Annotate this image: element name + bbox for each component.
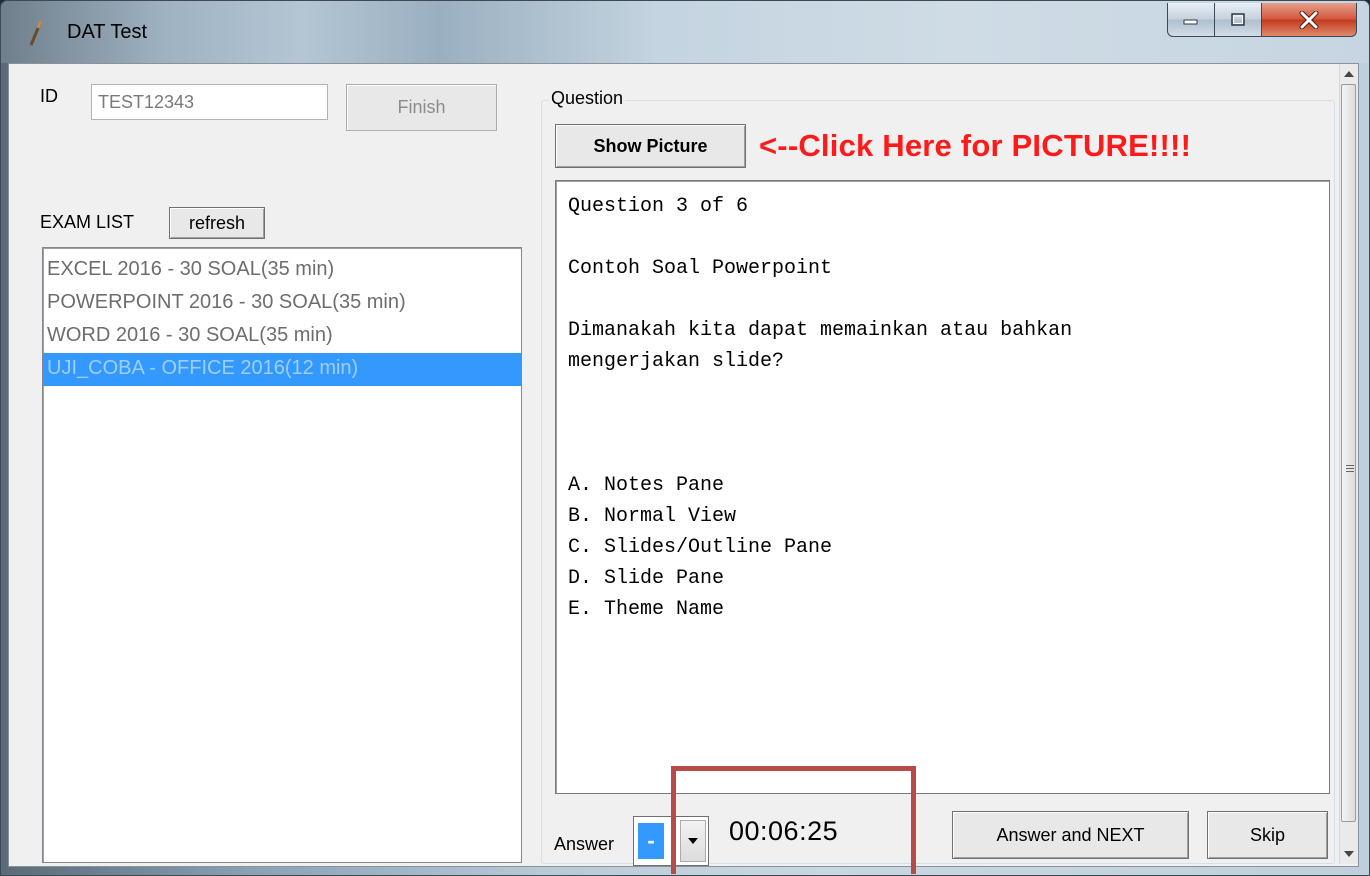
id-label: ID [40,86,58,106]
picture-hint: <--Click Here for PICTURE!!!! [759,128,1192,163]
vertical-scrollbar[interactable] [1339,64,1358,864]
exam-list-item[interactable]: EXCEL 2016 - 30 SOAL(35 min) [43,254,521,287]
show-picture-button[interactable]: Show Picture [555,124,746,168]
question-counter: Question 3 of 6 [568,195,749,218]
chevron-up-icon [1344,71,1354,77]
exam-list-label: EXAM LIST [40,212,135,232]
refresh-button[interactable]: refresh [169,207,265,239]
exam-list[interactable]: EXCEL 2016 - 30 SOAL(35 min) POWERPOINT 2… [42,247,522,863]
answer-option: D. Slide Pane [568,567,725,590]
scroll-up-button[interactable] [1340,64,1358,84]
app-window: DAT Test ID Finish EXAM LIST refresh EXC… [0,0,1370,876]
id-input[interactable] [91,84,328,120]
answer-option: E. Theme Name [568,598,725,621]
exam-list-item[interactable]: WORD 2016 - 30 SOAL(35 min) [43,320,521,353]
grip-icon [1346,465,1354,474]
maximize-icon [1231,12,1245,26]
chevron-down-icon [1344,851,1354,857]
question-topic: Contoh Soal Powerpoint [568,257,833,280]
title-bar[interactable]: DAT Test [1,1,1369,63]
answer-option: A. Notes Pane [568,474,725,497]
scroll-thumb[interactable] [1341,84,1356,822]
answer-selected-value: - [638,823,664,859]
maximize-button[interactable] [1214,3,1262,37]
question-text-line: Dimanakah kita dapat memainkan atau bahk… [568,319,1073,342]
pen-icon [29,20,43,46]
timer-highlight-box [671,766,916,874]
answer-label: Answer [554,834,615,854]
minimize-icon [1183,19,1198,24]
minimize-button[interactable] [1167,3,1215,37]
answer-option: B. Normal View [568,505,737,528]
question-text-line: mengerjakan slide? [568,350,785,373]
answer-next-button[interactable]: Answer and NEXT [952,811,1189,859]
question-text-area[interactable]: Question 3 of 6 Contoh Soal Powerpoint D… [555,180,1330,794]
close-button[interactable] [1261,3,1357,37]
exam-list-item[interactable]: POWERPOINT 2016 - 30 SOAL(35 min) [43,287,521,320]
window-title: DAT Test [67,21,148,43]
client-area: ID Finish EXAM LIST refresh EXCEL 2016 -… [8,63,1359,874]
finish-button[interactable]: Finish [346,84,497,131]
answer-options: A. Notes Pane B. Normal View C. Slides/Out… [568,470,1319,625]
scroll-down-button[interactable] [1340,844,1358,864]
question-group-label: Question [549,88,626,109]
answer-option: C. Slides/Outline Pane [568,536,833,559]
exam-list-item[interactable]: UJI_COBA - OFFICE 2016(12 min) [43,353,521,386]
skip-button[interactable]: Skip [1207,811,1328,859]
close-icon [1299,10,1319,29]
